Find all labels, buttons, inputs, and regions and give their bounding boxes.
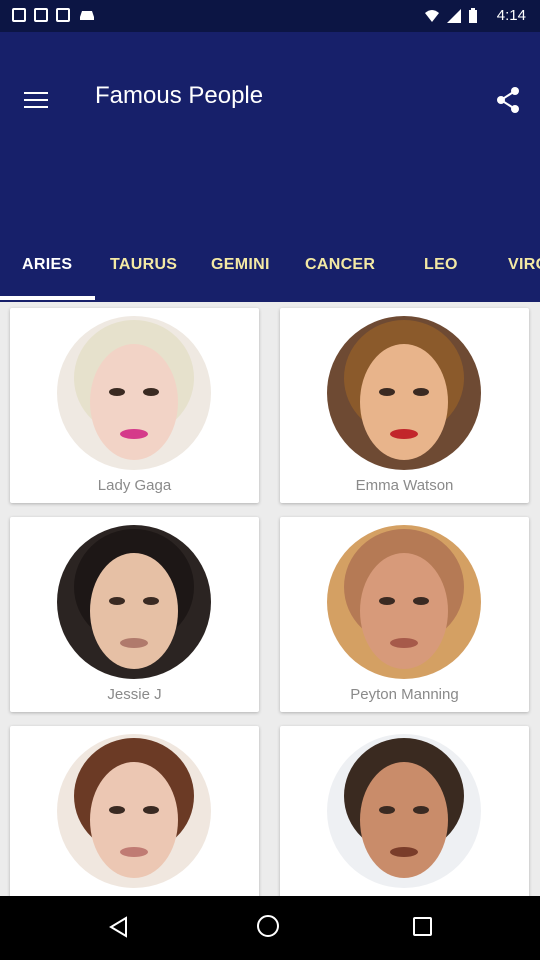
- avatar-face: [360, 344, 448, 460]
- page-title: Famous People: [95, 82, 264, 109]
- avatar-eye-right: [143, 388, 159, 396]
- status-time: 4:14: [496, 7, 526, 24]
- zodiac-tabs: ARIES TAURUS GEMINI CANCER LEO VIRGO: [0, 250, 540, 302]
- avatar-eye-left: [109, 806, 125, 814]
- wifi-icon: [425, 10, 439, 22]
- menu-icon[interactable]: [24, 92, 48, 108]
- avatar-mouth: [120, 638, 148, 648]
- avatar-mouth: [390, 638, 418, 648]
- person-name: Emma Watson: [355, 477, 454, 494]
- avatar-mouth: [120, 429, 148, 439]
- person-card-jessie-j[interactable]: Jessie J: [10, 517, 259, 712]
- avatar-face: [360, 553, 448, 669]
- avatar-mouth: [390, 429, 418, 439]
- person-name: Jessie J: [107, 686, 162, 703]
- person-name: Peyton Manning: [350, 686, 459, 703]
- signal-icon: [447, 9, 461, 23]
- avatar: [327, 734, 481, 888]
- avatar: [327, 525, 481, 679]
- tab-gemini[interactable]: GEMINI: [211, 256, 270, 274]
- avatar-eye-right: [413, 806, 429, 814]
- avatar-eye-right: [143, 597, 159, 605]
- avatar-face: [90, 762, 178, 878]
- person-name: Lady Gaga: [97, 477, 172, 494]
- avatar-eye-left: [109, 388, 125, 396]
- avatar-eye-right: [413, 388, 429, 396]
- avatar: [327, 316, 481, 470]
- person-card[interactable]: [280, 726, 529, 921]
- system-icons: [424, 8, 478, 24]
- tab-cancer[interactable]: CANCER: [305, 256, 375, 274]
- share-icon[interactable]: [494, 86, 522, 114]
- tab-aries[interactable]: ARIES: [22, 256, 72, 274]
- avatar-face: [360, 762, 448, 878]
- person-card-lady-gaga[interactable]: Lady Gaga: [10, 308, 259, 503]
- person-card-peyton-manning[interactable]: Peyton Manning: [280, 517, 529, 712]
- avatar-eye-left: [379, 597, 395, 605]
- tab-taurus[interactable]: TAURUS: [110, 256, 177, 274]
- active-tab-indicator: [0, 296, 95, 300]
- avatar-mouth: [120, 847, 148, 857]
- status-bar: 4:14: [0, 0, 540, 32]
- navigation-bar: [0, 896, 540, 960]
- avatar-eye-right: [413, 597, 429, 605]
- back-icon[interactable]: [108, 916, 128, 938]
- avatar-eye-right: [143, 806, 159, 814]
- gallery-notification-icon: [56, 8, 70, 22]
- person-card[interactable]: [10, 726, 259, 921]
- avatar: [57, 734, 211, 888]
- avatar-eye-left: [109, 597, 125, 605]
- notification-icons: [12, 8, 96, 22]
- download-notification-icon: [34, 8, 48, 22]
- person-card-emma-watson[interactable]: Emma Watson: [280, 308, 529, 503]
- avatar-eye-left: [379, 388, 395, 396]
- avatar-face: [90, 553, 178, 669]
- battery-icon: [469, 8, 477, 23]
- avatar: [57, 525, 211, 679]
- avatar-mouth: [390, 847, 418, 857]
- app-notification-icon: [12, 8, 26, 22]
- home-icon[interactable]: [257, 915, 279, 937]
- avatar-eye-left: [379, 806, 395, 814]
- avatar-face: [90, 344, 178, 460]
- tab-leo[interactable]: LEO: [424, 256, 458, 274]
- tab-virgo[interactable]: VIRGO: [508, 256, 540, 274]
- recent-apps-icon[interactable]: [413, 917, 432, 936]
- avatar: [57, 316, 211, 470]
- car-icon: [80, 11, 94, 20]
